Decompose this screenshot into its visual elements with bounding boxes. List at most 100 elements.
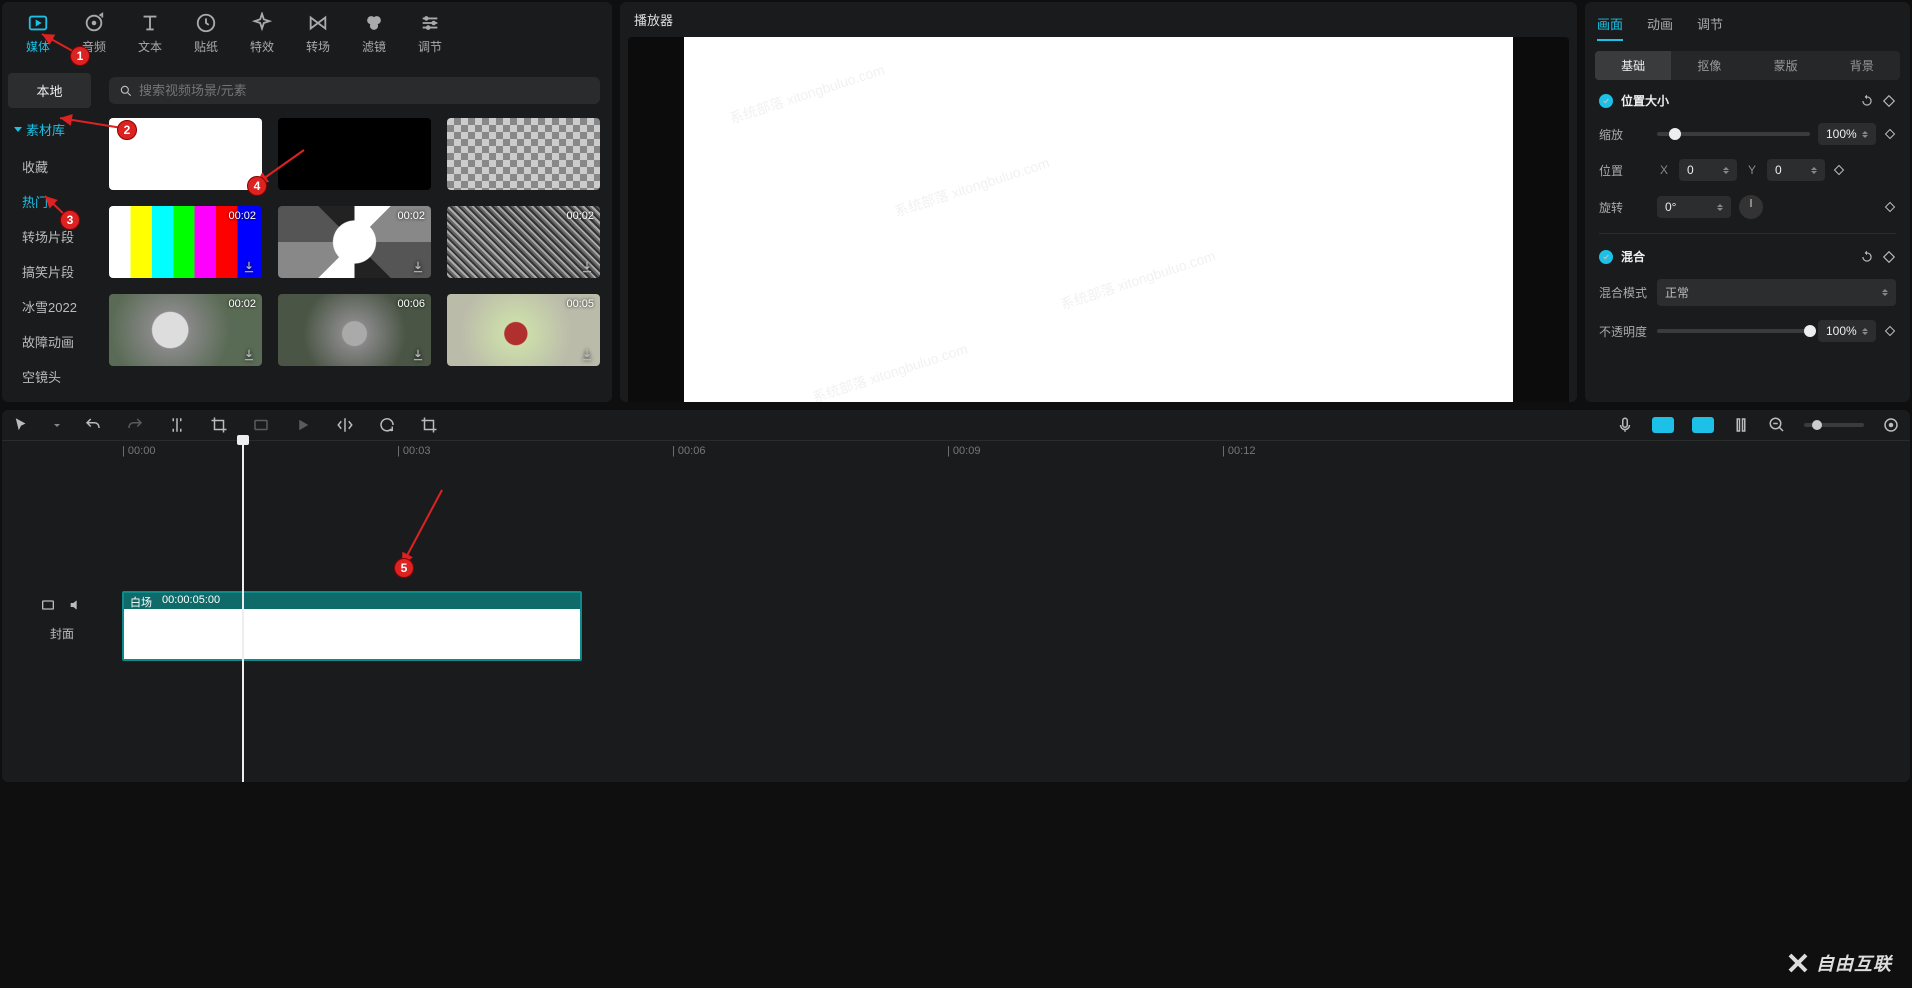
reset-icon[interactable] bbox=[1860, 94, 1874, 108]
top-tab-filter[interactable]: 滤镜 bbox=[346, 8, 402, 63]
side-cat-library[interactable]: 素材库 bbox=[8, 112, 91, 147]
media-thumbnail[interactable]: 00:02 bbox=[109, 294, 262, 366]
position-row: 位置 X 0 Y 0 bbox=[1599, 159, 1896, 181]
top-tab-text[interactable]: 文本 bbox=[122, 8, 178, 63]
media-thumbnail[interactable]: 00:02 bbox=[278, 206, 431, 278]
position-y[interactable]: 0 bbox=[1767, 159, 1825, 181]
timeline-clip[interactable]: 白场 00:00:05:00 bbox=[122, 591, 582, 661]
track-toggle-b[interactable] bbox=[1692, 417, 1714, 433]
rotation-dial[interactable] bbox=[1739, 195, 1763, 219]
zoom-out-icon[interactable] bbox=[1768, 416, 1786, 434]
inspector-tab[interactable]: 动画 bbox=[1647, 8, 1673, 41]
timeline-tracks[interactable]: 白场 00:00:05:00 bbox=[122, 461, 1910, 782]
opacity-row: 不透明度 100% bbox=[1599, 320, 1896, 342]
annotation-badge: 5 bbox=[394, 558, 414, 578]
player-canvas[interactable]: 系统部落 xitongbuluo.com 系统部落 xitongbuluo.co… bbox=[628, 37, 1569, 402]
media-thumbnail[interactable]: 00:05 bbox=[447, 294, 600, 366]
download-icon[interactable] bbox=[242, 348, 256, 362]
side-cat-winter2022[interactable]: 冰雪2022 bbox=[8, 289, 91, 324]
download-icon[interactable] bbox=[411, 260, 425, 274]
media-thumbnail[interactable]: 00:02 bbox=[109, 206, 262, 278]
search-input[interactable] bbox=[139, 83, 590, 98]
top-tab-media[interactable]: 媒体 bbox=[10, 8, 66, 63]
download-icon[interactable] bbox=[242, 260, 256, 274]
zoom-slider[interactable] bbox=[1804, 423, 1864, 427]
inspector-tab[interactable]: 画面 bbox=[1597, 8, 1623, 41]
inspector-tab[interactable]: 调节 bbox=[1697, 8, 1723, 41]
download-icon[interactable] bbox=[580, 348, 594, 362]
keyframe-icon[interactable] bbox=[1884, 201, 1896, 213]
blend-mode-select[interactable]: 正常 bbox=[1657, 279, 1896, 306]
text-t-icon bbox=[139, 12, 161, 34]
section-blend: 混合 bbox=[1599, 248, 1896, 265]
tool-dropdown[interactable] bbox=[54, 424, 60, 427]
download-icon[interactable] bbox=[411, 348, 425, 362]
track-toggle-a[interactable] bbox=[1652, 417, 1674, 433]
undo-icon[interactable] bbox=[84, 416, 102, 434]
cursor-tool-icon[interactable] bbox=[12, 416, 30, 434]
side-cat-hot[interactable]: 热门 bbox=[8, 184, 91, 219]
inspector-subtab[interactable]: 基础 bbox=[1595, 51, 1671, 80]
keyframe-icon[interactable] bbox=[1884, 128, 1896, 140]
mute-track-icon[interactable] bbox=[68, 597, 84, 613]
blend-mode-row: 混合模式 正常 bbox=[1599, 279, 1896, 306]
zoom-fit-icon[interactable] bbox=[1882, 416, 1900, 434]
media-thumbnail[interactable] bbox=[278, 118, 431, 190]
tri-circles-icon bbox=[363, 12, 385, 34]
top-tab-sticker[interactable]: 贴纸 bbox=[178, 8, 234, 63]
columns-icon[interactable] bbox=[1732, 416, 1750, 434]
keyframe-icon[interactable] bbox=[1882, 250, 1896, 264]
scale-slider[interactable] bbox=[1657, 132, 1810, 136]
position-x[interactable]: 0 bbox=[1679, 159, 1737, 181]
checkbox-on-icon[interactable] bbox=[1599, 250, 1613, 264]
rotation-value[interactable]: 0° bbox=[1657, 196, 1731, 218]
inspector-subtab[interactable]: 蒙版 bbox=[1748, 51, 1824, 80]
top-tabs: 媒体音频文本贴纸特效转场滤镜调节 bbox=[2, 2, 612, 63]
section-position-size: 位置大小 bbox=[1599, 92, 1896, 109]
opacity-slider[interactable] bbox=[1657, 329, 1810, 333]
top-tab-adjust[interactable]: 调节 bbox=[402, 8, 458, 63]
duration-badge: 00:02 bbox=[566, 210, 594, 222]
split-icon[interactable] bbox=[168, 416, 186, 434]
side-cat-local[interactable]: 本地 bbox=[8, 73, 91, 108]
keyframe-icon[interactable] bbox=[1884, 325, 1896, 337]
speed-icon[interactable] bbox=[294, 416, 312, 434]
playhead[interactable] bbox=[242, 441, 244, 782]
lock-track-icon[interactable] bbox=[40, 597, 56, 613]
reset-icon[interactable] bbox=[1860, 250, 1874, 264]
crop-icon[interactable] bbox=[210, 416, 228, 434]
checkbox-on-icon[interactable] bbox=[1599, 94, 1613, 108]
inspector-tabs: 画面动画调节 bbox=[1585, 2, 1910, 41]
inspector-subtabs: 基础抠像蒙版背景 bbox=[1595, 51, 1900, 80]
rect-tool-icon[interactable] bbox=[252, 416, 270, 434]
search-bar[interactable] bbox=[109, 77, 600, 104]
mirror-icon[interactable] bbox=[336, 416, 354, 434]
cover-button[interactable]: 封面 bbox=[40, 621, 84, 646]
media-thumbnail[interactable]: 00:02 bbox=[447, 206, 600, 278]
inspector-subtab[interactable]: 背景 bbox=[1824, 51, 1900, 80]
keyframe-icon[interactable] bbox=[1833, 164, 1845, 176]
top-tab-effects[interactable]: 特效 bbox=[234, 8, 290, 63]
side-cat-favorites[interactable]: 收藏 bbox=[8, 149, 91, 184]
side-cat-empty[interactable]: 空镜头 bbox=[8, 359, 91, 394]
media-grid: 00:0200:0200:0200:0200:0600:05 bbox=[109, 118, 600, 366]
duration-badge: 00:02 bbox=[228, 210, 256, 222]
download-icon[interactable] bbox=[580, 260, 594, 274]
keyframe-icon[interactable] bbox=[1882, 94, 1896, 108]
redo-icon[interactable] bbox=[126, 416, 144, 434]
media-thumbnail[interactable] bbox=[447, 118, 600, 190]
mic-icon[interactable] bbox=[1616, 416, 1634, 434]
play-rect-icon bbox=[27, 12, 49, 34]
rotate-icon[interactable] bbox=[378, 416, 396, 434]
inspector-panel: 画面动画调节 基础抠像蒙版背景 位置大小 缩放 100% 位置 X 0 Y 0 … bbox=[1585, 2, 1910, 402]
inspector-subtab[interactable]: 抠像 bbox=[1671, 51, 1747, 80]
top-tab-transition[interactable]: 转场 bbox=[290, 8, 346, 63]
search-icon bbox=[119, 84, 133, 98]
scale-value[interactable]: 100% bbox=[1818, 123, 1876, 145]
side-cat-glitch[interactable]: 故障动画 bbox=[8, 324, 91, 359]
media-thumbnail[interactable]: 00:06 bbox=[278, 294, 431, 366]
timeline-ruler[interactable]: | 00:00| 00:03| 00:06| 00:09| 00:12 bbox=[2, 441, 1910, 461]
crop2-icon[interactable] bbox=[420, 416, 438, 434]
opacity-value[interactable]: 100% bbox=[1818, 320, 1876, 342]
side-cat-funny[interactable]: 搞笑片段 bbox=[8, 254, 91, 289]
